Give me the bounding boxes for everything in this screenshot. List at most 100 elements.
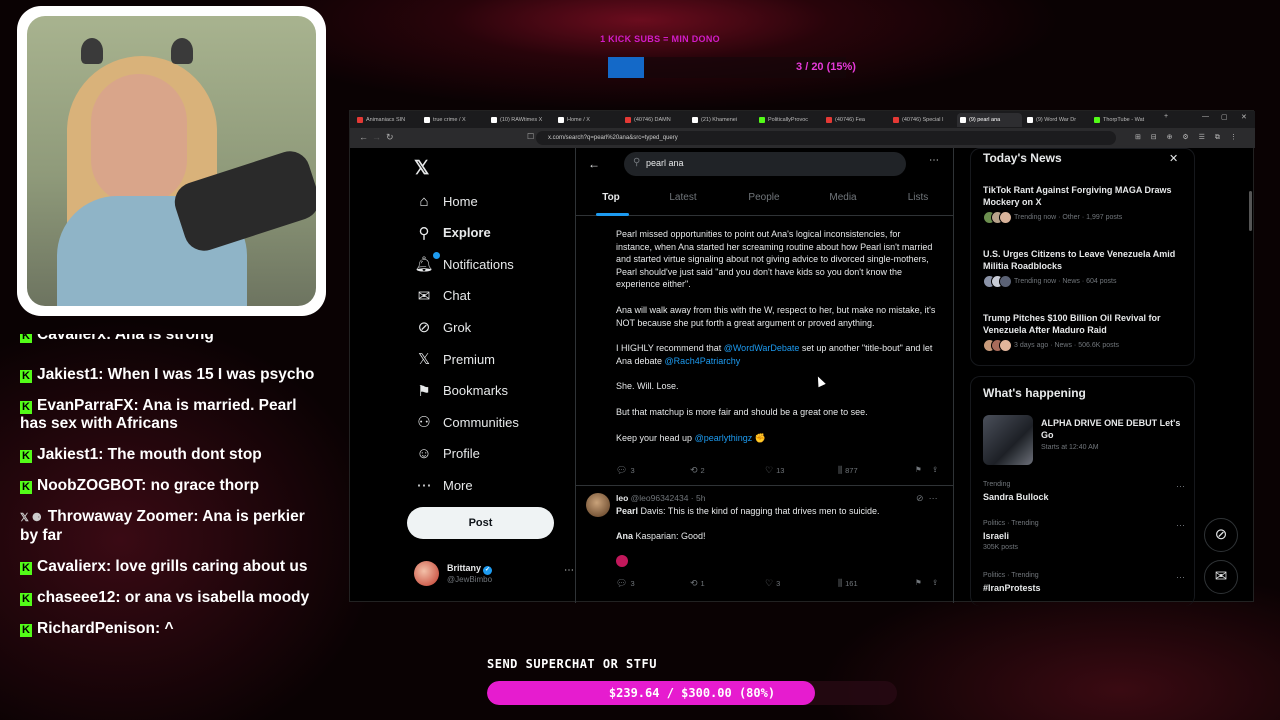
tab-top[interactable]: Top xyxy=(602,192,620,203)
tweet-author[interactable]: leo xyxy=(616,493,628,503)
repost-icon: ⟲ xyxy=(690,465,698,475)
repost-button[interactable]: ⟲ 2 xyxy=(690,465,705,476)
share-icon[interactable]: ⇪ xyxy=(932,578,938,587)
chat-message: K Jakiest1: When I was 15 I was psycho xyxy=(20,366,320,384)
tweet-line: Pearl Davis: This is the kind of nagging… xyxy=(616,506,880,516)
mention-link[interactable]: @pearlythingz xyxy=(695,433,753,443)
share-icon[interactable]: ⇪ xyxy=(932,465,938,474)
tab-label: (40746) Special I xyxy=(902,117,944,123)
bookmark-tweet-icon[interactable]: ⚑ xyxy=(915,465,922,474)
x-logo-icon[interactable]: 𝕏 xyxy=(414,157,429,180)
search-options-icon[interactable]: ⋯ xyxy=(929,155,939,166)
tweet-paragraph: But that matchup is more fair and should… xyxy=(616,406,868,417)
tab-lists[interactable]: Lists xyxy=(908,192,929,203)
mention-link[interactable]: @WordWarDebate xyxy=(724,343,800,353)
superchat-label: SEND SUPERCHAT OR STFU xyxy=(487,657,657,671)
search-value: pearl ana xyxy=(646,158,684,168)
bookmark-tweet-icon[interactable]: ⚑ xyxy=(915,578,922,587)
nav-item-premium[interactable]: 𝕏 Premium xyxy=(414,347,495,371)
event-thumbnail[interactable] xyxy=(983,415,1033,465)
like-button[interactable]: ♡ 13 xyxy=(765,465,784,476)
nav-item-bookmarks[interactable]: ⚑ Bookmarks xyxy=(414,379,508,403)
news-item[interactable]: Trump Pitches $100 Billion Oil Revival f… xyxy=(983,312,1188,352)
trend-item[interactable]: Politics · Trending Israeli 305K posts ⋯ xyxy=(983,520,1188,551)
tab-latest[interactable]: Latest xyxy=(669,192,696,203)
back-icon[interactable]: ← xyxy=(359,132,368,142)
news-item[interactable]: TikTok Rant Against Forgiving MAGA Draws… xyxy=(983,184,1188,224)
tab-label: (9) pearl ana xyxy=(969,117,1001,123)
tab-favicon-icon xyxy=(625,117,631,123)
nav-item-explore[interactable]: ⚲ Explore xyxy=(414,221,491,245)
more-options-icon[interactable]: ⋯ xyxy=(929,493,938,503)
news-item[interactable]: U.S. Urges Citizens to Leave Venezuela A… xyxy=(983,248,1188,288)
url-field[interactable]: x.com/search?q=pearl%20ana&src=typed_que… xyxy=(536,131,1116,145)
new-tab-icon[interactable]: + xyxy=(1164,113,1168,120)
avatar xyxy=(414,561,439,586)
browser-tab[interactable]: true crime / X xyxy=(421,113,486,127)
browser-tab[interactable]: ThorpTube - Wat xyxy=(1091,113,1156,127)
forward-icon[interactable]: → xyxy=(372,132,381,142)
trend-item[interactable]: Trending Sandra Bullock ⋯ xyxy=(983,481,1188,502)
reply-button[interactable]: 💬︎ 3 xyxy=(616,578,635,589)
search-input[interactable]: ⚲ pearl ana xyxy=(624,152,906,176)
back-arrow-icon[interactable]: ← xyxy=(588,157,600,171)
tweet-actions: 💬︎ 3 ⟲ 2 ♡ 13 ⫼ 877 ⚑ ⇪ xyxy=(576,465,953,479)
superchat-bar: $239.64 / $300.00 (80%) xyxy=(487,681,897,705)
close-window-icon[interactable]: ✕ xyxy=(1241,113,1247,121)
grok-icon[interactable]: ⊘ xyxy=(916,493,924,503)
tweet[interactable]: Pearl missed opportunities to point out … xyxy=(616,228,938,457)
browser-tab[interactable]: (21) Khamenei xyxy=(689,113,754,127)
more-options-icon[interactable]: ⋯ xyxy=(564,565,574,576)
like-button[interactable]: ♡ 3 xyxy=(765,578,780,589)
extension-icons[interactable]: ⊞ ⊟ ⊕ ⚙ ☰ ⧉ ⋮ xyxy=(1135,133,1241,142)
nav-item-more[interactable]: ⋯ More xyxy=(414,473,473,497)
messages-float-icon[interactable]: ✉ xyxy=(1204,560,1238,594)
close-icon[interactable]: ✕ xyxy=(1169,152,1178,165)
nav-item-notifications[interactable]: 🔔︎ Notifications xyxy=(414,252,514,276)
home-icon: ⌂ xyxy=(419,192,429,210)
grok-float-icon[interactable]: ⊘ xyxy=(1204,518,1238,552)
views-button[interactable]: ⫼ 877 xyxy=(838,465,858,476)
browser-tab[interactable]: (9) Word War Dr xyxy=(1024,113,1089,127)
search-header: ← ⚲ pearl ana ⋯ xyxy=(576,148,953,182)
browser-tab[interactable]: (9) pearl ana xyxy=(957,113,1022,127)
tab-favicon-icon xyxy=(960,117,966,123)
kick-icon: K xyxy=(20,370,32,383)
tab-media[interactable]: Media xyxy=(829,192,856,203)
views-button[interactable]: ⫼ 161 xyxy=(838,578,858,589)
post-button[interactable]: Post xyxy=(407,507,554,539)
nav-item-communities[interactable]: ⚇ Communities xyxy=(414,410,519,434)
browser-tab[interactable]: Animaniacs SIN xyxy=(354,113,419,127)
tweet-line: Ana Kasparian: Good! xyxy=(616,531,706,541)
browser-tab[interactable]: (40746) Fea xyxy=(823,113,888,127)
reply-button[interactable]: 💬︎ 3 xyxy=(616,465,635,476)
more-options-icon[interactable]: ⋯ xyxy=(1176,520,1185,531)
repost-button[interactable]: ⟲ 1 xyxy=(690,578,705,589)
avatar-stack xyxy=(983,211,1013,224)
reload-icon[interactable]: ↻ xyxy=(386,132,394,143)
account-switcher[interactable]: Brittany ✓ @JewBimbo ⋯ xyxy=(414,561,574,593)
nav-item-profile[interactable]: ☺ Profile xyxy=(414,442,480,466)
nav-item-chat[interactable]: ✉ Chat xyxy=(414,284,471,308)
scrollbar[interactable] xyxy=(1249,191,1252,231)
nav-item-home[interactable]: ⌂ Home xyxy=(414,189,477,213)
avatar[interactable] xyxy=(586,493,610,517)
tab-people[interactable]: People xyxy=(748,192,779,203)
more-options-icon[interactable]: ⋯ xyxy=(1176,572,1185,583)
chat-message: K RichardPenison: ^ xyxy=(20,620,320,638)
nav-label: Communities xyxy=(443,414,519,430)
trend-item[interactable]: Politics · Trending #IranProtests ⋯ xyxy=(983,572,1188,593)
maximize-icon[interactable]: ▢ xyxy=(1221,113,1228,121)
browser-tab[interactable]: PoliticallyProvoc xyxy=(756,113,821,127)
minimize-icon[interactable]: — xyxy=(1202,113,1209,120)
browser-tab[interactable]: (40746) Special I xyxy=(890,113,955,127)
active-tab-indicator xyxy=(596,213,629,216)
event-title[interactable]: ALPHA DRIVE ONE DEBUT Let's Go xyxy=(1041,418,1191,441)
browser-tab[interactable]: Home / X xyxy=(555,113,620,127)
nav-item-grok[interactable]: ⊘ Grok xyxy=(414,315,471,339)
browser-tab[interactable]: (40746) DAMN xyxy=(622,113,687,127)
mention-link[interactable]: @Rach4Patriarchy xyxy=(665,356,741,366)
bookmark-page-icon[interactable]: ☐ xyxy=(527,132,534,141)
browser-tab[interactable]: (10) RAWtimes X xyxy=(488,113,553,127)
more-options-icon[interactable]: ⋯ xyxy=(1176,481,1185,492)
